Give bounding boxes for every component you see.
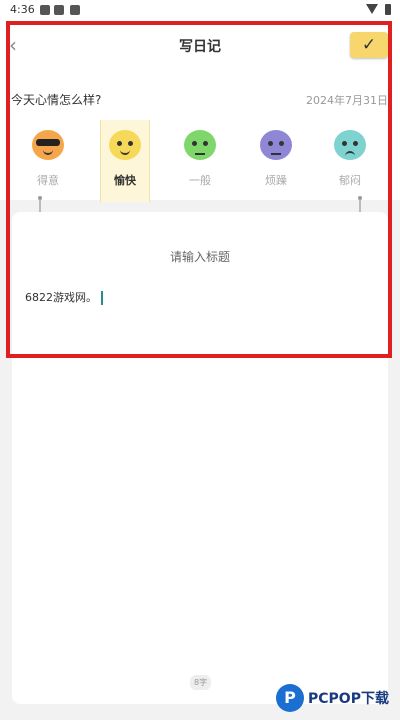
watermark-text: PCPOP下载: [308, 691, 389, 707]
check-icon: ✓: [361, 35, 377, 55]
mood-option-yukuai[interactable]: 愉快: [100, 120, 150, 202]
mood-label: 一般: [189, 174, 211, 187]
annoyed-face-icon: [260, 130, 292, 160]
mood-label: 烦躁: [265, 174, 287, 187]
battery-icon: [385, 4, 391, 15]
pcpop-logo-icon: P: [276, 684, 304, 712]
diary-header-panel: ‹ 写日记 ✓ 今天心情怎么样? 2024年7月31日 得意 愉快 一般 烦躁 …: [0, 22, 400, 202]
mood-label: 郁闷: [339, 174, 361, 187]
mood-option-yumen[interactable]: 郁闷: [326, 120, 374, 202]
mood-selector: 得意 愉快 一般 烦躁 郁闷: [0, 120, 400, 202]
neutral-face-icon: [184, 130, 216, 160]
mood-label: 愉快: [114, 174, 136, 187]
status-time: 4:36: [10, 3, 35, 16]
wifi-icon: [366, 4, 378, 14]
content-text: 6822游戏网。: [25, 291, 97, 304]
app-notification-icon: [70, 5, 80, 15]
watermark: P PCPOP下载: [276, 684, 394, 716]
diary-date: 2024年7月31日: [306, 94, 388, 107]
app-notification-icon: [54, 5, 64, 15]
text-cursor: [101, 291, 103, 305]
mood-option-deyi[interactable]: 得意: [24, 120, 72, 202]
content-textarea[interactable]: 6822游戏网。: [25, 289, 103, 305]
char-count-badge: 8字: [190, 675, 212, 690]
title-input[interactable]: 请输入标题: [12, 248, 388, 265]
save-button[interactable]: ✓: [350, 32, 388, 58]
mood-question: 今天心情怎么样?: [11, 93, 102, 107]
cool-face-icon: [32, 130, 64, 160]
image-notification-icon: [40, 5, 50, 15]
mood-label: 得意: [37, 174, 59, 187]
sad-face-icon: [334, 130, 366, 160]
mood-option-yiban[interactable]: 一般: [176, 120, 224, 202]
status-bar: 4:36: [0, 0, 400, 22]
happy-face-icon: [109, 130, 141, 160]
mood-option-fanzao[interactable]: 烦躁: [252, 120, 300, 202]
diary-editor-card: 请输入标题 6822游戏网。 8字: [12, 212, 388, 704]
page-title: 写日记: [179, 39, 221, 55]
